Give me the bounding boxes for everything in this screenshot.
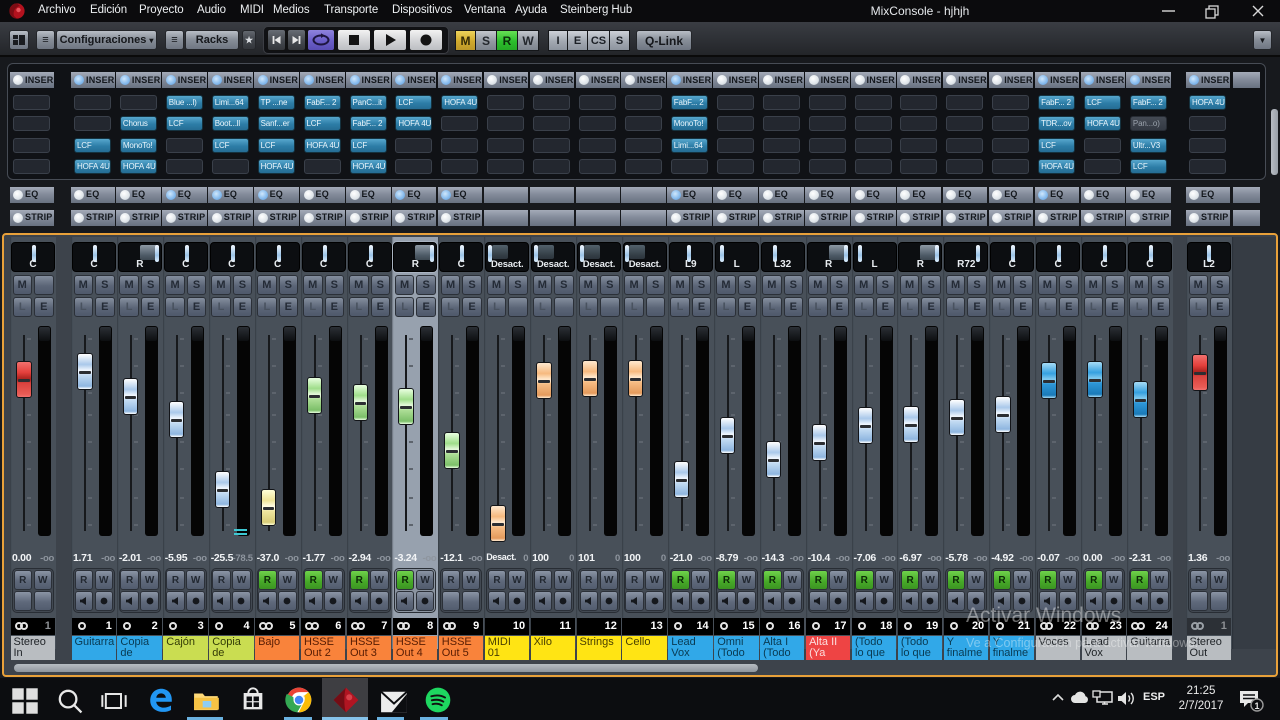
svg-text:1: 1 xyxy=(1254,701,1259,711)
